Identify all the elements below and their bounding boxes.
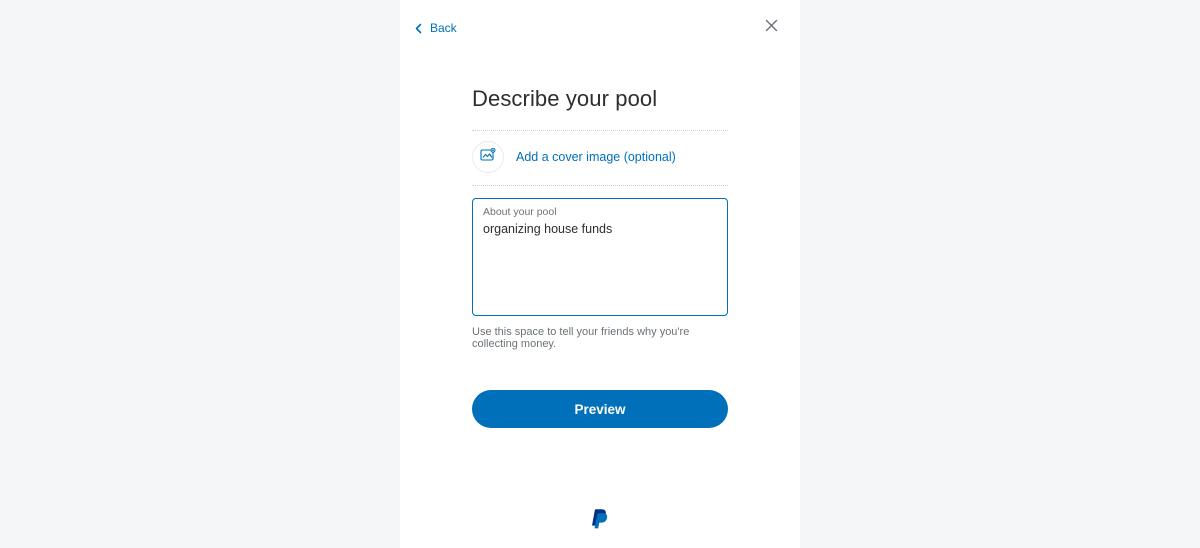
image-icon — [480, 148, 496, 166]
about-field[interactable]: About your pool — [472, 198, 728, 316]
divider — [472, 185, 728, 186]
close-button[interactable] — [762, 19, 780, 37]
form-content: Describe your pool Add a cover image (op… — [472, 86, 728, 535]
about-textarea[interactable] — [483, 220, 717, 306]
about-field-label: About your pool — [483, 205, 717, 220]
add-cover-row[interactable]: Add a cover image (optional) — [472, 131, 728, 185]
brand-logo-wrap — [472, 508, 728, 535]
modal-panel: Back Describe your pool — [400, 0, 800, 548]
panel-header: Back — [400, 16, 800, 40]
helper-text: Use this space to tell your friends why … — [472, 326, 728, 350]
paypal-logo-icon — [591, 508, 609, 535]
back-button[interactable]: Back — [414, 21, 457, 35]
page-title: Describe your pool — [472, 86, 728, 112]
close-icon — [765, 19, 778, 37]
image-icon-circle — [472, 141, 504, 173]
preview-button[interactable]: Preview — [472, 390, 728, 428]
back-label: Back — [430, 21, 457, 35]
add-cover-link: Add a cover image (optional) — [516, 150, 676, 164]
chevron-left-icon — [414, 23, 424, 34]
